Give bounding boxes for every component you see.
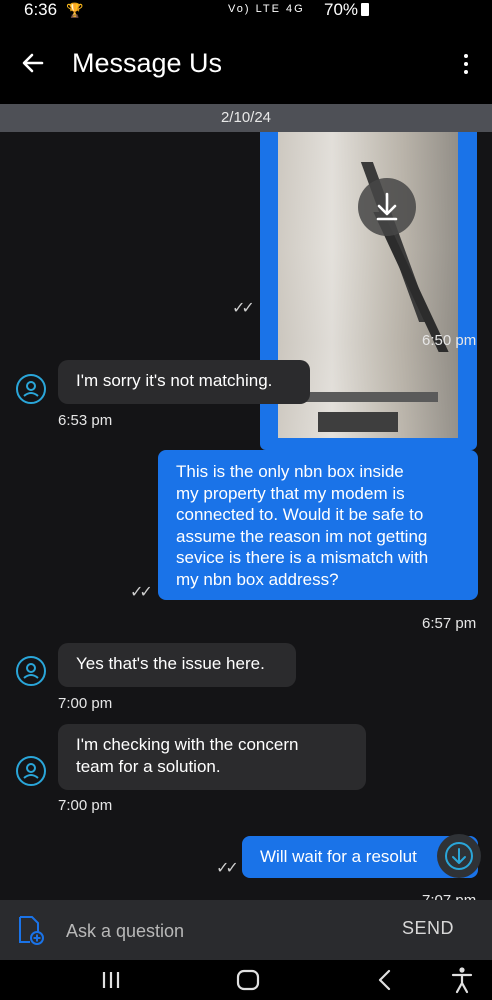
- agent-avatar: [16, 756, 46, 786]
- message-time: 6:57 pm: [422, 615, 477, 632]
- download-button[interactable]: [358, 178, 416, 236]
- home-icon[interactable]: [236, 969, 260, 991]
- page-title: Message Us: [72, 48, 223, 78]
- agent-message-bubble: I'm checking with the concern team for a…: [58, 724, 366, 790]
- message-line: connected to. Would it be safe to: [176, 505, 424, 524]
- person-icon: [23, 663, 39, 679]
- person-icon: [23, 381, 39, 397]
- agent-message-bubble: I'm sorry it's not matching.: [58, 360, 310, 404]
- battery-percent: 70%: [324, 0, 359, 19]
- send-button[interactable]: SEND: [402, 918, 454, 939]
- message-time: 6:50 pm: [422, 332, 477, 349]
- message-line: sevice is there is a mismatch with: [176, 548, 429, 567]
- more-vertical-icon[interactable]: [458, 52, 474, 78]
- status-time: 6:36: [24, 0, 58, 19]
- date-divider: 2/10/24: [0, 104, 492, 132]
- read-receipt-icon: ✓✓: [216, 860, 239, 877]
- app-header: Message Us: [0, 26, 492, 104]
- message-text: I'm sorry it's not matching.: [76, 371, 273, 390]
- chat-thread[interactable]: ✓✓ 6:50 pm I'm sorry it's not matching. …: [0, 132, 492, 900]
- status-bar: 6:36 🏆 Vo) LTE 4G 70%: [0, 0, 492, 26]
- message-line: my property that my modem is: [176, 483, 405, 503]
- message-text: Will wait for a resolut: [260, 847, 417, 866]
- trophy-icon: 🏆: [66, 2, 84, 18]
- agent-avatar: [16, 374, 46, 404]
- message-line: team for a solution.: [76, 757, 221, 776]
- user-message-bubble: This is the only nbn box inside my prope…: [158, 450, 478, 600]
- battery-icon: [361, 3, 370, 16]
- read-receipt-icon: ✓✓: [232, 300, 255, 317]
- message-time: 7:00 pm: [58, 695, 113, 712]
- network-indicators: Vo) LTE 4G: [228, 3, 305, 15]
- message-line: my nbn box address?: [176, 569, 339, 589]
- message-line: assume the reason im not getting: [176, 526, 428, 546]
- message-composer: SEND: [0, 900, 492, 960]
- arrow-down-circle-icon: [445, 842, 473, 870]
- read-receipt-icon: ✓✓: [130, 584, 153, 601]
- message-time: 7:07 pm: [422, 892, 476, 900]
- accessibility-icon[interactable]: [450, 966, 474, 994]
- scroll-to-bottom-button[interactable]: [437, 834, 481, 878]
- message-text: Yes that's the issue here.: [76, 654, 265, 673]
- back-icon[interactable]: [376, 969, 394, 991]
- download-icon: [376, 192, 398, 221]
- agent-message-bubble: Yes that's the issue here.: [58, 643, 296, 687]
- agent-avatar: [16, 656, 46, 686]
- question-input[interactable]: [64, 916, 388, 946]
- message-time: 7:00 pm: [58, 797, 113, 814]
- recent-apps-icon[interactable]: [100, 970, 122, 990]
- message-line: This is the only nbn box inside: [176, 462, 404, 481]
- battery-indicator: 70%: [324, 0, 370, 20]
- message-time: 6:53 pm: [58, 412, 113, 429]
- back-arrow-icon[interactable]: [20, 50, 46, 76]
- person-icon: [23, 763, 39, 779]
- system-nav-bar: [0, 960, 492, 1000]
- attach-file-icon[interactable]: [14, 914, 46, 946]
- message-line: I'm checking with the concern: [76, 735, 299, 754]
